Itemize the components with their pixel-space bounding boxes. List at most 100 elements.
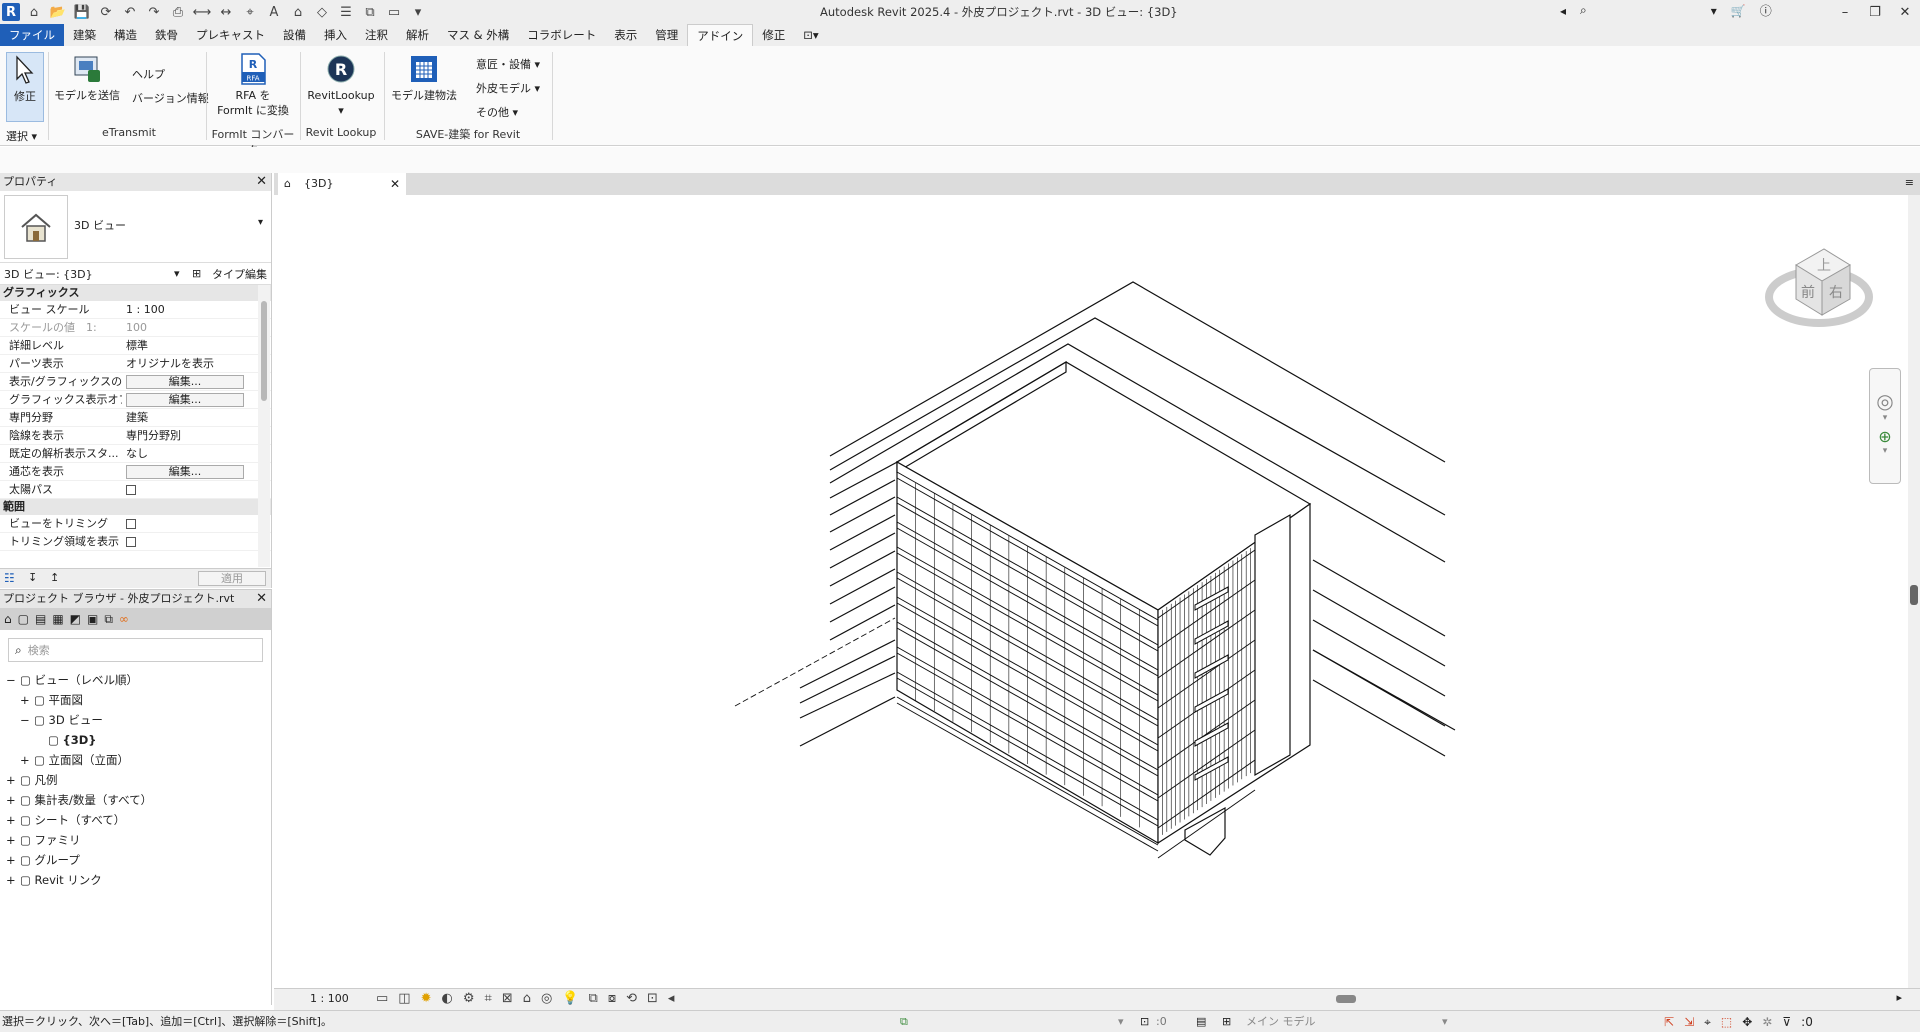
sun-path-icon[interactable]: ✹ [421, 991, 432, 1006]
switch-windows-icon[interactable]: ▭ [384, 2, 404, 22]
property-checkbox[interactable] [126, 537, 136, 547]
close-icon[interactable]: ✕ [390, 173, 400, 195]
crop-view-icon[interactable]: ⌗ [485, 991, 492, 1006]
property-row[interactable]: スケールの値 1: 100 [0, 319, 271, 337]
3d-view-icon[interactable]: ⌂ [288, 2, 308, 22]
text-icon[interactable]: A [264, 2, 284, 22]
instance-selector[interactable]: 3D ビュー: {3D} [4, 266, 93, 282]
worksharing-icon[interactable]: ⧉ [589, 991, 598, 1006]
save-icon[interactable]: 💾 [72, 2, 92, 22]
expand-toggle-icon[interactable]: − [20, 710, 34, 730]
minimize-icon[interactable]: – [1830, 0, 1860, 24]
close-icon[interactable]: ✕ [256, 173, 267, 191]
viewcube[interactable]: 上 前 右 [1744, 235, 1894, 345]
unlocked-3d-icon[interactable]: ⌂ [523, 991, 531, 1006]
tab-menu-icon[interactable]: ≡ [1905, 176, 1914, 189]
model-build-button[interactable]: モデル建物法 [388, 52, 460, 103]
browser-tree-item[interactable]: + ▢ 集計表/数量（すべて） [0, 790, 271, 810]
cart-icon[interactable]: 🛒 [1731, 4, 1746, 18]
chevron-down-icon[interactable]: ▾ [1118, 1011, 1124, 1033]
property-row[interactable]: ビューをトリミング [0, 515, 271, 533]
rfa-to-formit-button[interactable]: RFA R RFA を FormIt に変換 [212, 52, 294, 118]
chevron-down-icon[interactable]: ▾ [1870, 446, 1900, 456]
select-links-icon[interactable]: ⇱ [1664, 1011, 1674, 1033]
other-dropdown[interactable]: その他 ▾ [476, 104, 518, 120]
design-equip-dropdown[interactable]: 意匠・設備 ▾ [476, 56, 540, 72]
browser-tree-item[interactable]: + ▢ Revit リンク [0, 870, 271, 890]
property-row[interactable]: トリミング領域を表示 [0, 533, 271, 551]
browser-tree-item[interactable]: + ▢ 平面図 [0, 690, 271, 710]
edit-button[interactable]: 編集... [126, 393, 244, 407]
tab-architecture[interactable]: 建築 [64, 24, 105, 46]
properties-icon[interactable]: ☷ [4, 571, 15, 585]
close-icon[interactable]: ✕ [256, 590, 267, 608]
main-model-icon[interactable]: ⊞ [1222, 1011, 1231, 1033]
browser-tree-item[interactable]: + ▢ ファミリ [0, 830, 271, 850]
background-process-icon[interactable]: ✲ [1762, 1011, 1772, 1033]
drawing-area[interactable]: 上 前 右 [274, 195, 1908, 988]
scroll-left-icon[interactable]: ◂ [668, 991, 675, 1006]
horizontal-scroll-thumb[interactable] [1336, 995, 1356, 1003]
expand-toggle-icon[interactable]: + [6, 790, 20, 810]
chevron-down-icon[interactable]: ▾ [174, 267, 180, 280]
show-crop-icon[interactable]: ⊠ [502, 991, 513, 1006]
tab-structure[interactable]: 構造 [105, 24, 146, 46]
select-underlay-icon[interactable]: ⇲ [1684, 1011, 1694, 1033]
tab-systems[interactable]: 設備 [274, 24, 315, 46]
close-icon[interactable]: ✕ [1890, 0, 1920, 24]
analytical-model-icon[interactable]: ⧇ [608, 991, 616, 1006]
expand-toggle-icon[interactable]: + [20, 690, 34, 710]
property-group-header[interactable]: 範囲 [0, 499, 271, 515]
property-checkbox[interactable] [126, 485, 136, 495]
home-icon[interactable]: ⌂ [24, 2, 44, 22]
design-options-icon[interactable]: ▤ [1196, 1011, 1206, 1033]
sort-az-icon[interactable]: ↧ [28, 571, 37, 584]
browser-tree-item[interactable]: − ▢ 3D ビュー [0, 710, 271, 730]
worksets-icon[interactable]: ⧉ [900, 1011, 908, 1033]
thin-lines-icon[interactable]: ☰ [336, 2, 356, 22]
view-scale[interactable]: 1 : 100 [310, 992, 349, 1005]
tab-annotate[interactable]: 注釈 [356, 24, 397, 46]
restore-icon[interactable]: ❐ [1860, 0, 1890, 24]
tab-addins[interactable]: アドイン [687, 24, 754, 46]
home-icon[interactable]: ⌂ [4, 612, 12, 626]
expand-toggle-icon[interactable]: + [6, 830, 20, 850]
detail-level-icon[interactable]: ▭ [376, 991, 388, 1006]
zoom-icon[interactable]: ⊕ [1870, 427, 1900, 446]
chevron-down-icon[interactable]: ▾ [1442, 1011, 1448, 1033]
tab-collaborate[interactable]: コラボレート [518, 24, 605, 46]
expand-toggle-icon[interactable]: + [6, 770, 20, 790]
property-row[interactable]: 太陽パス [0, 481, 271, 499]
select-by-face-icon[interactable]: ⬚ [1721, 1011, 1732, 1033]
families-icon[interactable]: ▣ [87, 612, 98, 626]
highlight-displacement-icon[interactable]: ⟲ [626, 991, 637, 1006]
customize-qat-icon[interactable]: ▾ [408, 2, 428, 22]
reveal-constraints-icon[interactable]: ⊡ [647, 991, 658, 1006]
type-selector[interactable]: 3D ビュー ▾ [0, 191, 271, 263]
tab-insert[interactable]: 挿入 [315, 24, 356, 46]
help-link[interactable]: ヘルプ [132, 66, 165, 82]
property-row[interactable]: ビュー スケール 1 : 100 [0, 301, 271, 319]
apply-button[interactable]: 適用 [198, 571, 266, 586]
edit-button[interactable]: 編集... [126, 375, 244, 389]
schedules-icon[interactable]: ▦ [52, 612, 63, 626]
version-info-link[interactable]: バージョン情報 [132, 90, 209, 106]
print-icon[interactable]: ⎙ [168, 2, 188, 22]
legends-icon[interactable]: ▤ [35, 612, 46, 626]
vertical-scrollbar[interactable] [1908, 195, 1920, 988]
editable-only-icon[interactable]: ⊡ [1140, 1011, 1149, 1033]
property-row[interactable]: パーツ表示 オリジナルを表示 [0, 355, 271, 373]
revit-logo[interactable]: R [2, 3, 20, 21]
send-model-button[interactable]: モデルを送信 [54, 52, 120, 103]
expand-toggle-icon[interactable]: + [6, 870, 20, 890]
sync-icon[interactable]: ⟳ [96, 2, 116, 22]
expand-toggle-icon[interactable]: + [6, 810, 20, 830]
open-icon[interactable]: 📂 [48, 2, 68, 22]
browser-tree-item[interactable]: − ▢ ビュー（レベル順） [0, 670, 271, 690]
close-hidden-icon[interactable]: ⧉ [360, 2, 380, 22]
revitlookup-button[interactable]: R RevitLookup ▾ [306, 52, 376, 118]
browser-tree-item[interactable]: + ▢ グループ [0, 850, 271, 870]
expand-toggle-icon[interactable]: − [6, 670, 20, 690]
shadows-icon[interactable]: ◐ [442, 991, 453, 1006]
expand-toggle-icon[interactable]: + [6, 850, 20, 870]
